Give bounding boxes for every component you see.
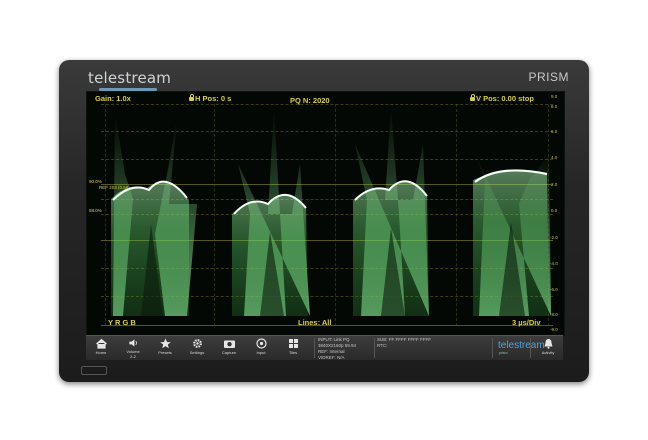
scale-label: 6.0 — [551, 129, 558, 134]
scale-label: 8.0 — [551, 104, 558, 109]
divider — [530, 338, 531, 358]
input-icon — [255, 338, 267, 349]
gain-readout[interactable]: Gain: 1.0x — [95, 94, 131, 103]
presets-button[interactable]: Presets — [150, 337, 180, 359]
waveform-parade-b — [473, 154, 551, 316]
waveform-graticule — [101, 104, 553, 326]
camera-icon — [223, 340, 235, 348]
bottom-toolbar: Home Volume 2-2 Presets Settings Capture… — [86, 335, 563, 360]
divider — [492, 338, 493, 358]
star-icon — [159, 338, 171, 349]
home-icon — [95, 338, 107, 349]
power-button[interactable] — [81, 366, 107, 375]
waveform-display[interactable]: Gain: 1.0x H Pos: 0 s PQ N: 2020 V Pos: … — [86, 91, 565, 336]
prism-sublabel: prism — [499, 351, 508, 355]
home-button[interactable]: Home — [86, 337, 116, 359]
settings-button[interactable]: Settings — [182, 337, 212, 359]
v-pos-readout[interactable]: V Pos: 0.00 stop — [470, 94, 534, 103]
divider — [374, 338, 375, 358]
marker-90: 90.0% — [89, 179, 102, 184]
volume-button[interactable]: Volume 2-2 — [118, 337, 148, 359]
marker-58: 58.0% — [89, 208, 102, 213]
scale-label: -6.0 — [550, 287, 558, 292]
input-status: INPUT: Link PQ 3840X2160p 59.94 REF: Int… — [318, 337, 357, 360]
waveform-parade-g — [353, 106, 429, 316]
tiles-button[interactable]: Tiles — [278, 337, 308, 359]
gear-icon — [192, 339, 202, 348]
lines-readout[interactable]: Lines: All — [298, 318, 331, 327]
lock-icon — [470, 94, 475, 102]
sub-status: SUB: FF FFFF FFFF FFFF RTC: — [377, 337, 431, 348]
lock-icon — [189, 94, 194, 102]
channel-label: Y R G B — [108, 318, 136, 327]
scale-label: 2.0 — [551, 182, 558, 187]
capture-button[interactable]: Capture — [214, 337, 244, 359]
tiles-icon — [288, 339, 298, 348]
timebase-readout[interactable]: 3 µs/Div — [512, 318, 541, 327]
model-name: PRISM — [528, 70, 569, 84]
scale-label: 0.0 — [551, 208, 558, 213]
waveform-parade-r — [232, 109, 310, 316]
scale-label: 9.0 — [551, 94, 558, 99]
pq-readout[interactable]: PQ N: 2020 — [290, 96, 330, 105]
bell-icon — [544, 339, 552, 349]
volume-sub-label: 2-2 — [130, 354, 136, 359]
marker-ref: REF 203 (0.58) — [99, 185, 130, 190]
activity-button[interactable]: Activity — [533, 337, 563, 359]
scale-label: -4.0 — [550, 261, 558, 266]
divider — [314, 338, 315, 358]
waveform-traces — [111, 106, 551, 316]
h-pos-readout[interactable]: H Pos: 0 s — [189, 94, 231, 103]
scale-label: 4.0 — [551, 155, 558, 160]
scale-label: -9.0 — [550, 327, 558, 332]
input-button[interactable]: Input — [246, 337, 276, 359]
waveform-parade-y — [111, 114, 197, 316]
volume-icon — [128, 339, 137, 347]
scale-label: -2.0 — [550, 235, 558, 240]
scale-label: -8.0 — [550, 312, 558, 317]
monitor-device: telestream PRISM Gain: 1.0x H Pos: 0 s P… — [59, 60, 589, 382]
brand-logo: telestream — [88, 69, 172, 87]
